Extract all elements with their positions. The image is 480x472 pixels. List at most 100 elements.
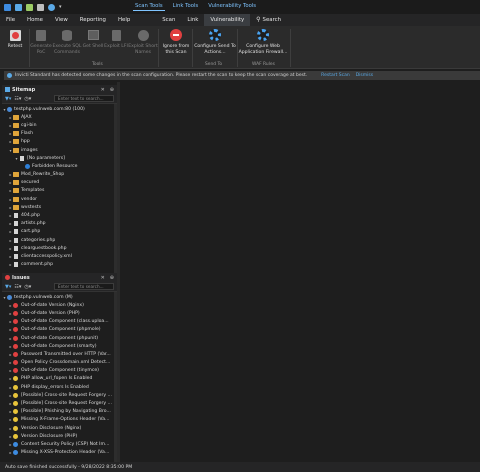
new-scan-icon[interactable]	[15, 3, 22, 11]
app-logo-icon	[4, 3, 11, 11]
issues-panel: Issues ✕ ⊕ ▼▾ ☷▾ ◷▾ Enter text to search.…	[2, 273, 117, 462]
get-shell-button: Get Shell	[82, 28, 104, 50]
filter-icon[interactable]: ▼▾	[5, 96, 11, 102]
tool-tab-scan-tools[interactable]: Scan Tools	[133, 2, 165, 11]
tree-options-icon[interactable]: ☷▾	[14, 96, 21, 102]
issue-item[interactable]: ▸ Out-of-date Component (phpunit)	[2, 334, 117, 342]
issue-item[interactable]: ▸ Content Security Policy (CSP) Not Im...	[2, 440, 117, 448]
issue-item[interactable]: ▸ Out-of-date Component (phpmole)	[2, 326, 117, 334]
tree-node[interactable]: ▸ categories.php	[2, 236, 117, 244]
issue-item[interactable]: ▸ Missing X-Frame-Options Header (Va...	[2, 416, 117, 424]
issue-item[interactable]: ▸ Out-of-date Component (smarty)	[2, 342, 117, 350]
tree-node[interactable]: ▸ clearguestbook.php	[2, 244, 117, 252]
tree-node[interactable]: ▸ Templates	[2, 187, 117, 195]
tab-vulnerability[interactable]: Vulnerability	[204, 14, 251, 26]
issue-item[interactable]: ▸ Out-of-date Version (Nginx)	[2, 301, 117, 309]
search-button[interactable]: ⚲ Search	[250, 14, 287, 26]
issue-item[interactable]: ▸ Version Disclosure (Nginx)	[2, 424, 117, 432]
tree-node[interactable]: ▸ AJAX	[2, 113, 117, 121]
filter-icon[interactable]: ▼▾	[5, 284, 11, 290]
menu-file[interactable]: File	[0, 14, 21, 26]
tree-node[interactable]: ▸ secured	[2, 179, 117, 187]
issue-item[interactable]: ▸ Version Disclosure (PHP)	[2, 432, 117, 440]
gear-icon	[208, 28, 222, 42]
menu-help[interactable]: Help	[112, 14, 136, 26]
tree-node[interactable]: ▸ hpp	[2, 138, 117, 146]
issue-label: Out-of-date Component (smarty)	[21, 343, 97, 349]
quick-access-dropdown-icon[interactable]: ▾	[59, 4, 62, 10]
search-label: Search	[262, 17, 282, 23]
menu-reporting[interactable]: Reporting	[74, 14, 112, 26]
issue-item[interactable]: ▸ [Possible] Cross-site Request Forgery .…	[2, 391, 117, 399]
tab-scan[interactable]: Scan	[156, 14, 181, 26]
pin-icon[interactable]: ⊕	[110, 87, 114, 93]
issue-item[interactable]: ▸ Open Policy Crossdomain.xml Detect...	[2, 359, 117, 367]
tree-node[interactable]: ▸ Flash	[2, 130, 117, 138]
issue-item[interactable]: ▸ Missing X-XSS-Protection Header (Va...	[2, 449, 117, 457]
expand-chevron-icon[interactable]: ▸	[8, 213, 13, 218]
configure-send-to-actions-button[interactable]: Configure Send To Actions...	[194, 28, 236, 55]
configure-web-application-firewall-button[interactable]: Configure Web Application Firewall...	[238, 28, 288, 55]
tool-tab-vulnerability-tools[interactable]: Vulnerability Tools	[206, 2, 258, 11]
menu-view[interactable]: View	[49, 14, 74, 26]
issue-item[interactable]: ▸ Password Transmitted over HTTP (Var...	[2, 350, 117, 358]
issue-item[interactable]: ▸ Out-of-date Component (class.uploa...	[2, 318, 117, 326]
expand-chevron-icon[interactable]: ▸	[8, 229, 13, 234]
tree-node[interactable]: Forbidden Resource	[2, 162, 117, 170]
dismiss-link[interactable]: Dismiss	[356, 73, 373, 78]
ignore-from-this-scan-button[interactable]: Ignore from this Scan	[160, 28, 192, 55]
tree-node[interactable]: ▸ clientaccesspolicy.xml	[2, 252, 117, 260]
history-icon[interactable]: ◷▾	[24, 96, 31, 102]
collapse-chevron-icon[interactable]: ▾	[14, 156, 19, 161]
tree-root-node[interactable]: ▾ testphp.vulnweb.com:80 (100)	[2, 105, 117, 113]
tree-node[interactable]: ▾ [No parameters]	[2, 154, 117, 162]
issues-tree: ▾ testphp.vulnweb.com (M) ▸ Out-of-date Ver…	[2, 292, 117, 457]
expand-chevron-icon[interactable]: ▸	[8, 254, 13, 259]
issue-item[interactable]: ▸ [Possible] Phishing by Navigating Bro..…	[2, 408, 117, 416]
tree-node[interactable]: ▸ 404.php	[2, 211, 117, 219]
issue-item[interactable]: ▸ Out-of-date Component (tinymce)	[2, 367, 117, 375]
ignore-from-this-scan-label: Ignore from this Scan	[162, 44, 190, 55]
issue-item[interactable]: ▸ PHP allow_url_fopen Is Enabled	[2, 375, 117, 383]
expand-chevron-icon[interactable]: ▸	[8, 221, 13, 226]
severity-high-icon	[13, 310, 18, 316]
tree-node[interactable]: ▸ wvstests	[2, 203, 117, 211]
restart-scan-link[interactable]: Restart Scan	[321, 73, 350, 78]
tab-link[interactable]: Link	[181, 14, 204, 26]
save-icon[interactable]	[26, 3, 33, 11]
severity-high-icon	[13, 360, 18, 366]
tree-node-label: Flash	[21, 131, 34, 137]
tool-tab-link-tools[interactable]: Link Tools	[171, 2, 201, 11]
expand-chevron-icon[interactable]: ▸	[8, 238, 13, 243]
expand-chevron-icon[interactable]: ▸	[8, 262, 13, 267]
issue-item[interactable]: ▸ Out-of-date Version (PHP)	[2, 309, 117, 317]
close-icon[interactable]: ✕	[101, 275, 105, 281]
open-icon[interactable]	[37, 3, 44, 11]
file-icon	[14, 221, 18, 227]
tree-node[interactable]: ▸ Mod_Rewrite_Shop	[2, 171, 117, 179]
tree-node[interactable]: ▸ cart.php	[2, 228, 117, 236]
issue-item[interactable]: ▸ PHP display_errors Is Enabled	[2, 383, 117, 391]
issue-item[interactable]: ▸ [Possible] Cross-site Request Forgery .…	[2, 399, 117, 407]
tree-node[interactable]: ▸ comment.php	[2, 261, 117, 269]
issues-search-input[interactable]: Enter text to search...	[54, 283, 114, 290]
expand-chevron-icon[interactable]: ▸	[8, 246, 13, 251]
issues-root-node[interactable]: ▾ testphp.vulnweb.com (M)	[2, 293, 117, 301]
tree-node[interactable]: ▸ vendor	[2, 195, 117, 203]
retest-button[interactable]: Retest	[3, 28, 27, 50]
tree-options-icon[interactable]: ☷▾	[14, 284, 21, 290]
menu-home[interactable]: Home	[21, 14, 49, 26]
pin-icon[interactable]: ⊕	[110, 275, 114, 281]
settings-icon[interactable]	[48, 3, 55, 11]
close-icon[interactable]: ✕	[101, 87, 105, 93]
folder-icon	[13, 114, 19, 120]
tree-node[interactable]: ▸ cgi-bin	[2, 121, 117, 129]
folder-icon	[13, 180, 19, 186]
severity-high-icon	[13, 343, 18, 349]
history-icon[interactable]: ◷▾	[24, 284, 31, 290]
sitemap-search-input[interactable]: Enter text to search...	[54, 95, 114, 102]
generate-poc-button: Generate PoC	[30, 28, 52, 55]
severity-high-icon	[13, 368, 18, 374]
tree-node[interactable]: ▾ images	[2, 146, 117, 154]
tree-node[interactable]: ▸ artists.php	[2, 220, 117, 228]
